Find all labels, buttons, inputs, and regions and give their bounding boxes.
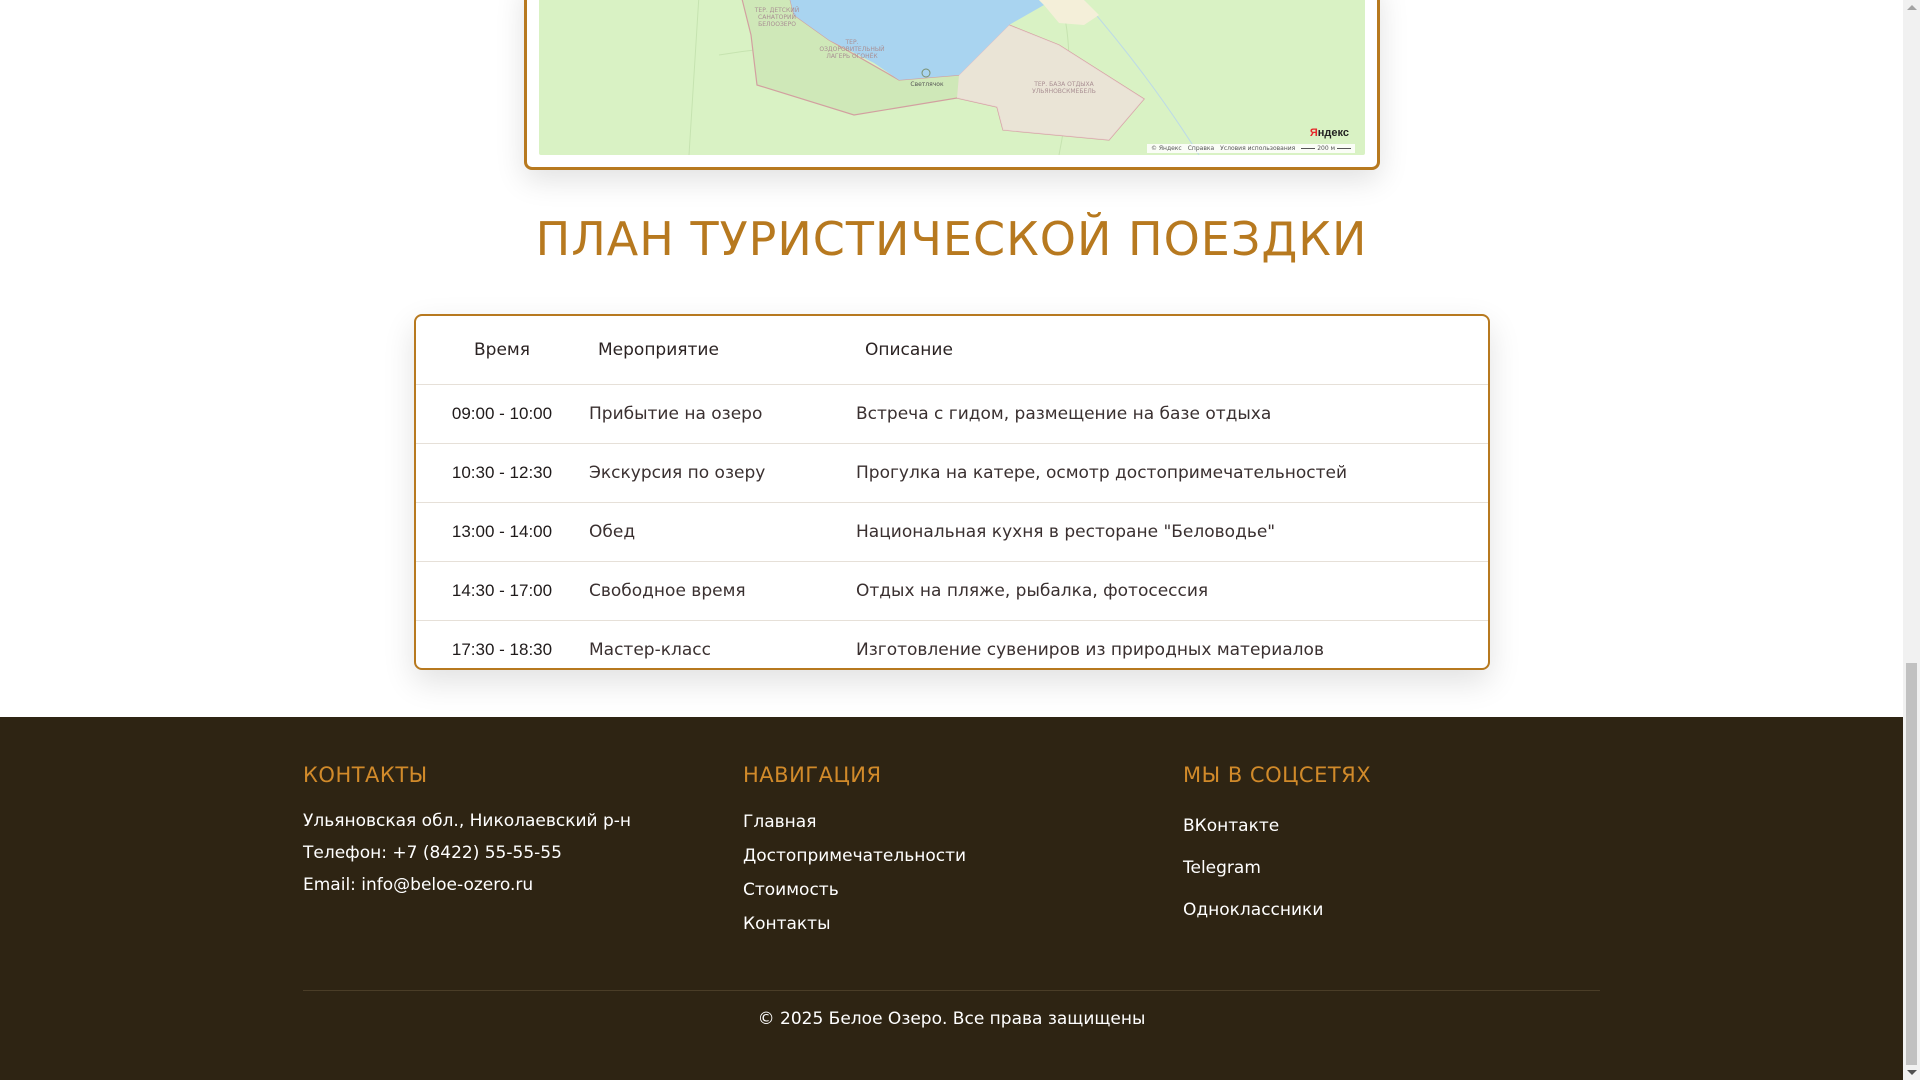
plan-table-card: Время Мероприятие Описание 09:00 - 10:00… xyxy=(414,314,1490,670)
map-help-link[interactable]: Справка xyxy=(1188,145,1214,152)
footer-navigation: НАВИГАЦИЯ Главная Достопримечательности … xyxy=(743,763,966,941)
contact-email: Email: info@beloe-ozero.ru xyxy=(303,875,534,895)
social-link-telegram[interactable]: Telegram xyxy=(1183,847,1371,889)
scroll-up-arrow-icon[interactable] xyxy=(1907,5,1917,10)
social-link-odnoklassniki[interactable]: Одноклассники xyxy=(1183,889,1371,931)
map-credits: © Яндекс Справка Условия использования 2… xyxy=(1146,144,1355,153)
row-event: Мастер-класс xyxy=(589,640,711,660)
row-event: Экскурсия по озеру xyxy=(588,443,855,503)
table-row: 10:30 - 12:30 Экскурсия по озеру Прогулк… xyxy=(416,443,1488,503)
header-description: Описание xyxy=(855,316,1488,385)
plan-table: Время Мероприятие Описание 09:00 - 10:00… xyxy=(416,316,1488,669)
contacts-heading: КОНТАКТЫ xyxy=(303,763,428,787)
header-time: Время xyxy=(416,316,588,385)
row-time: 14:30 - 17:00 xyxy=(416,561,588,621)
table-row: 17:30 - 18:30 Мастер-класс Изготовление … xyxy=(416,621,1488,669)
footer-social: МЫ В СОЦСЕТЯХ ВКонтакте Telegram Однокла… xyxy=(1183,763,1371,931)
footer-contacts: КОНТАКТЫ Ульяновская обл., Николаевский … xyxy=(303,763,631,901)
yandex-map[interactable]: ТЕР. ДЕТСКИЙ САНАТОРИЙ БЕЛООЗЕРО ТЕР. ОЗ… xyxy=(539,0,1365,155)
copyright-text: © 2025 Белое Озеро. Все права защищены xyxy=(757,1009,1146,1029)
header-event: Мероприятие xyxy=(588,316,855,385)
row-time: 10:30 - 12:30 xyxy=(416,443,588,503)
site-footer: КОНТАКТЫ Ульяновская обл., Николаевский … xyxy=(0,717,1903,1080)
navigation-heading: НАВИГАЦИЯ xyxy=(743,763,882,787)
page-content: ТЕР. ДЕТСКИЙ САНАТОРИЙ БЕЛООЗЕРО ТЕР. ОЗ… xyxy=(0,0,1903,1080)
map-label-svetlyachok: Светлячок xyxy=(910,81,944,88)
row-description: Встреча с гидом, размещение на базе отды… xyxy=(855,384,1488,444)
row-event: Свободное время xyxy=(588,561,855,621)
table-row: 09:00 - 10:00 Прибытие на озеро Встреча … xyxy=(416,384,1488,444)
map-card: ТЕР. ДЕТСКИЙ САНАТОРИЙ БЕЛООЗЕРО ТЕР. ОЗ… xyxy=(524,0,1380,170)
map-label-sanatorium: ТЕР. ДЕТСКИЙ САНАТОРИЙ БЕЛООЗЕРО xyxy=(754,7,800,28)
scrollbar-thumb[interactable] xyxy=(1906,663,1917,1065)
row-description: Изготовление сувениров из природных мате… xyxy=(856,640,1324,660)
map-terms-link[interactable]: Условия использования xyxy=(1220,145,1295,152)
plan-title: ПЛАН ТУРИСТИЧЕСКОЙ ПОЕЗДКИ xyxy=(535,212,1368,266)
table-row: 13:00 - 14:00 Обед Национальная кухня в … xyxy=(416,502,1488,562)
row-time: 17:30 - 18:30 xyxy=(451,640,553,659)
table-row: 14:30 - 17:00 Свободное время Отдых на п… xyxy=(416,561,1488,621)
nav-link-contacts[interactable]: Контакты xyxy=(743,907,966,941)
nav-link-prices[interactable]: Стоимость xyxy=(743,873,966,907)
table-header-row: Время Мероприятие Описание xyxy=(416,316,1488,385)
scroll-down-arrow-icon[interactable] xyxy=(1907,1070,1917,1075)
row-event: Прибытие на озеро xyxy=(588,384,855,444)
nav-link-home[interactable]: Главная xyxy=(743,805,966,839)
social-heading: МЫ В СОЦСЕТЯХ xyxy=(1183,763,1372,787)
map-graphic xyxy=(688,0,1200,155)
page-scrollbar[interactable] xyxy=(1903,0,1920,1080)
contact-address: Ульяновская обл., Николаевский р-н xyxy=(303,811,632,831)
row-time: 09:00 - 10:00 xyxy=(416,384,588,444)
social-link-vk[interactable]: ВКонтакте xyxy=(1183,805,1371,847)
row-description: Национальная кухня в ресторане "Беловодь… xyxy=(855,502,1488,562)
row-description: Отдых на пляже, рыбалка, фотосессия xyxy=(855,561,1488,621)
row-event: Обед xyxy=(588,502,855,562)
row-description: Прогулка на катере, осмотр достопримечат… xyxy=(855,443,1488,503)
yandex-logo[interactable]: Яндекс xyxy=(1310,127,1349,139)
contact-phone: Телефон: +7 (8422) 55-55-55 xyxy=(303,843,562,863)
row-time: 13:00 - 14:00 xyxy=(416,502,588,562)
map-scale: 200 м xyxy=(1301,145,1351,152)
footer-divider xyxy=(303,990,1600,991)
nav-link-attractions[interactable]: Достопримечательности xyxy=(743,839,966,873)
map-copyright: © Яндекс xyxy=(1150,145,1182,152)
map-label-base: ТЕР. БАЗА ОТДЫХА УЛЬЯНОВСКМЕБЕЛЬ xyxy=(1032,81,1096,95)
map-label-camp: ТЕР. ОЗДОРОВИТЕЛЬНЫЙ ЛАГЕРЬ ОГОНЁК xyxy=(819,39,885,60)
